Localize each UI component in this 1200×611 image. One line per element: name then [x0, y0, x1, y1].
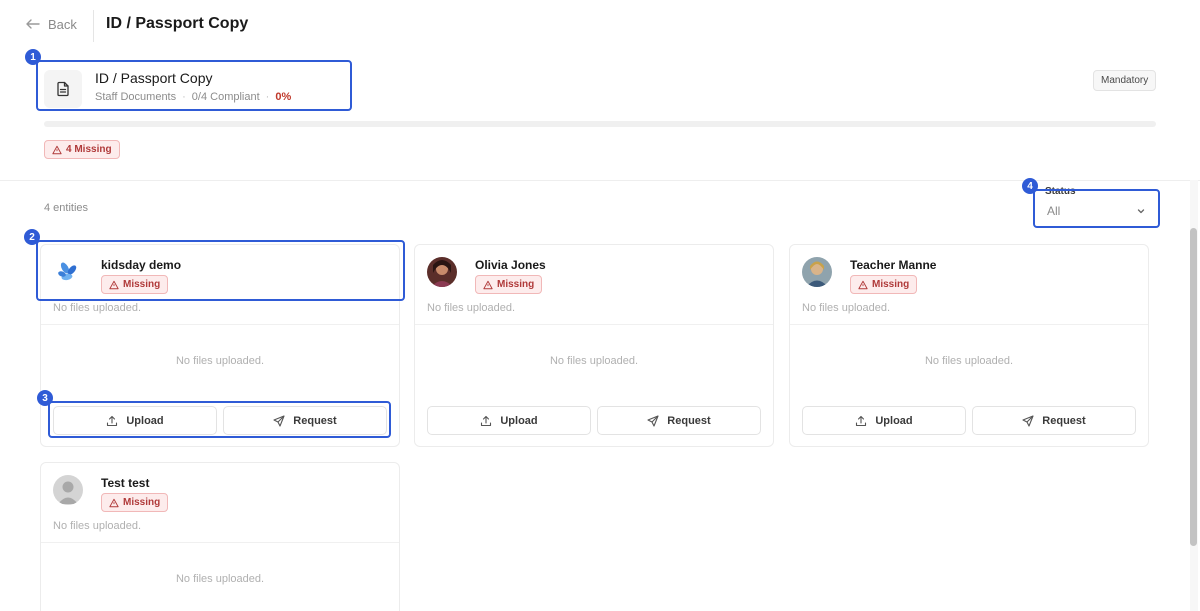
- files-summary: No files uploaded.: [53, 302, 142, 314]
- entity-name: Olivia Jones: [475, 258, 546, 272]
- document-header: ID / Passport Copy Staff Documents · 0/4…: [40, 62, 348, 108]
- upload-button[interactable]: Upload: [427, 406, 591, 435]
- status-badge: Missing: [475, 275, 543, 294]
- request-button-label: Request: [1042, 414, 1086, 427]
- topbar-divider: [93, 10, 94, 42]
- entity-card: Olivia Jones Missing No files uploaded. …: [414, 244, 774, 447]
- card-divider: [790, 324, 1148, 325]
- status-badge-label: Missing: [123, 497, 161, 508]
- annotation-marker: 4: [1022, 178, 1038, 194]
- user-placeholder-icon: [53, 475, 83, 505]
- entity-card-header: Teacher Manne Missing: [790, 245, 1148, 297]
- avatar: [427, 257, 457, 287]
- files-empty-state: No files uploaded.: [549, 355, 639, 367]
- upload-button-label: Upload: [500, 414, 538, 427]
- card-divider: [41, 542, 399, 543]
- kidsday-logo-icon: [53, 257, 83, 287]
- arrow-left-icon: [26, 19, 40, 29]
- card-actions: Upload Request: [802, 406, 1136, 435]
- entity-name: Test test: [101, 476, 150, 490]
- alert-triangle-icon: [109, 498, 119, 507]
- alert-triangle-icon: [483, 280, 493, 289]
- entity-name: kidsday demo: [101, 258, 182, 272]
- document-percent: 0%: [275, 91, 292, 103]
- alert-triangle-icon: [858, 280, 868, 289]
- status-badge: Missing: [850, 275, 918, 294]
- send-icon: [647, 414, 659, 427]
- files-summary: No files uploaded.: [427, 302, 516, 314]
- user-photo-icon: [802, 257, 832, 287]
- meta-separator: ·: [182, 91, 186, 103]
- status-select[interactable]: All: [1037, 198, 1156, 224]
- file-text-icon: [57, 81, 69, 97]
- chevron-down-icon: [1137, 209, 1145, 214]
- request-button-label: Request: [293, 414, 337, 427]
- upload-button[interactable]: Upload: [802, 406, 966, 435]
- status-filter-label: Status: [1045, 186, 1076, 197]
- status-badge-label: Missing: [872, 279, 910, 290]
- alert-triangle-icon: [109, 280, 119, 289]
- annotation-marker: 3: [37, 390, 53, 406]
- request-button-label: Request: [667, 414, 711, 427]
- upload-icon: [107, 415, 118, 426]
- summary-missing-badge: 4 Missing: [44, 140, 120, 159]
- send-icon: [1022, 414, 1034, 427]
- status-badge: Missing: [101, 275, 169, 294]
- section-divider: [0, 180, 1200, 181]
- request-button[interactable]: Request: [223, 406, 387, 435]
- scrollbar-thumb[interactable]: [1190, 228, 1197, 546]
- files-empty-state: No files uploaded.: [175, 573, 265, 585]
- files-summary: No files uploaded.: [53, 520, 142, 532]
- top-bar: Back ID / Passport Copy: [0, 0, 1200, 50]
- request-button[interactable]: Request: [597, 406, 761, 435]
- upload-button-label: Upload: [875, 414, 913, 427]
- back-label: Back: [48, 16, 77, 32]
- summary-missing-label: 4 Missing: [66, 144, 112, 155]
- card-divider: [415, 324, 773, 325]
- mandatory-badge: Mandatory: [1093, 70, 1157, 91]
- send-icon: [273, 414, 285, 427]
- status-badge-label: Missing: [497, 279, 535, 290]
- entity-card: kidsday demo Missing No files uploaded. …: [40, 244, 400, 447]
- files-empty-state: No files uploaded.: [175, 355, 265, 367]
- card-divider: [41, 324, 399, 325]
- entity-card-header: Test test Missing: [41, 463, 399, 515]
- entity-card: Test test Missing No files uploaded. No …: [40, 462, 400, 611]
- document-category: Staff Documents: [95, 91, 177, 103]
- alert-triangle-icon: [52, 145, 62, 154]
- status-badge: Missing: [101, 493, 169, 512]
- avatar: [802, 257, 832, 287]
- back-button[interactable]: Back: [25, 16, 77, 32]
- request-button[interactable]: Request: [972, 406, 1136, 435]
- compliance-progress-bar: [44, 121, 1156, 127]
- user-photo-icon: [427, 257, 457, 287]
- document-icon-box: [44, 70, 82, 108]
- upload-icon: [481, 415, 492, 426]
- card-actions: Upload Request: [427, 406, 761, 435]
- upload-button-label: Upload: [126, 414, 164, 427]
- entity-card-header: Olivia Jones Missing: [415, 245, 773, 297]
- status-select-value: All: [1047, 204, 1061, 218]
- annotation-marker: 1: [25, 49, 41, 65]
- entities-count: 4 entities: [44, 202, 89, 214]
- files-summary: No files uploaded.: [802, 302, 891, 314]
- page-title: ID / Passport Copy: [106, 15, 249, 32]
- annotation-marker: 2: [24, 229, 40, 245]
- document-compliance: 0/4 Compliant: [191, 91, 260, 103]
- avatar: [53, 475, 83, 505]
- card-actions: Upload Request: [53, 406, 387, 435]
- status-badge-label: Missing: [123, 279, 161, 290]
- avatar: [53, 257, 83, 287]
- meta-separator: ·: [265, 91, 270, 103]
- files-empty-state: No files uploaded.: [924, 355, 1014, 367]
- upload-button[interactable]: Upload: [53, 406, 217, 435]
- upload-icon: [856, 415, 867, 426]
- document-name: ID / Passport Copy: [95, 70, 213, 86]
- document-meta: Staff Documents · 0/4 Compliant · 0%: [95, 91, 291, 103]
- entity-card: Teacher Manne Missing No files uploaded.…: [789, 244, 1149, 447]
- entity-card-header: kidsday demo Missing: [41, 245, 399, 297]
- entity-name: Teacher Manne: [850, 258, 937, 272]
